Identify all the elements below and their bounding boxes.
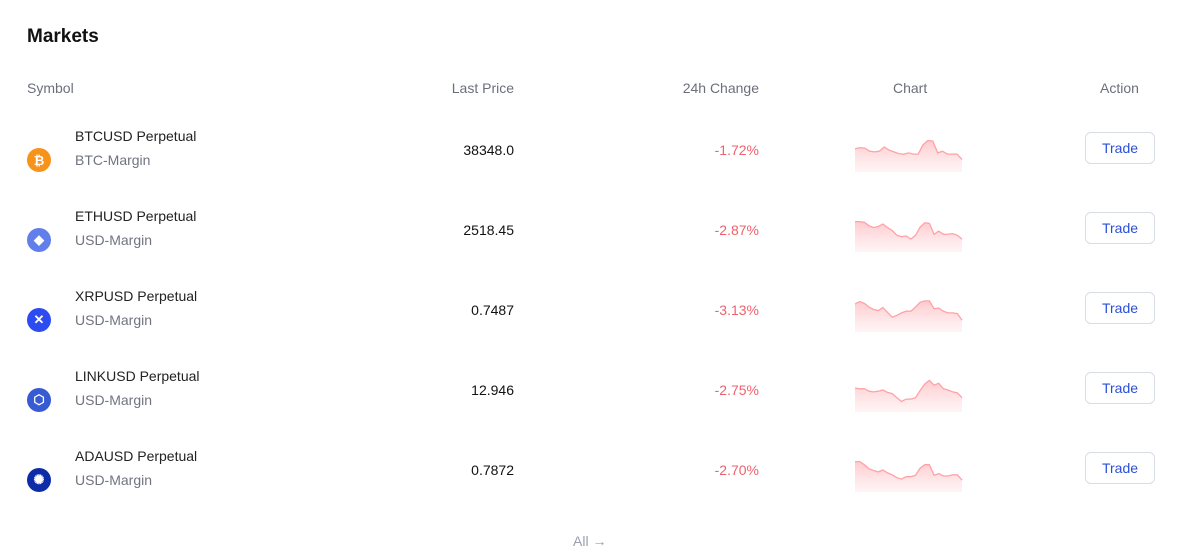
- header-action: Action: [1100, 80, 1139, 96]
- symbol-name: ETHUSD Perpetual: [75, 208, 197, 224]
- margin-type: USD-Margin: [75, 392, 153, 408]
- ethereum-icon: ◆: [27, 228, 51, 252]
- symbol-name: BTCUSD Perpetual: [75, 128, 197, 144]
- last-price: 2518.45: [463, 222, 514, 238]
- table-row[interactable]: ₿ BTCUSD Perpetual BTC-Margin 38348.0 -1…: [0, 120, 1186, 200]
- symbol-name: LINKUSD Perpetual: [75, 368, 200, 384]
- sparkline-chart: [855, 139, 963, 172]
- trade-button[interactable]: Trade: [1085, 452, 1155, 484]
- header-24h-change: 24h Change: [682, 80, 759, 96]
- last-price: 38348.0: [463, 142, 514, 158]
- change-24h: -1.72%: [714, 142, 759, 158]
- margin-type: USD-Margin: [75, 232, 153, 248]
- header-chart: Chart: [893, 80, 928, 96]
- cardano-icon: ✺: [27, 468, 51, 492]
- xrp-icon: ✕: [27, 308, 51, 332]
- margin-type: USD-Margin: [75, 472, 153, 488]
- table-row[interactable]: ⬡ LINKUSD Perpetual USD-Margin 12.946 -2…: [0, 360, 1186, 440]
- last-price: 0.7872: [471, 462, 514, 478]
- last-price: 12.946: [471, 382, 514, 398]
- header-last-price: Last Price: [451, 80, 514, 96]
- last-price: 0.7487: [471, 302, 514, 318]
- sparkline-chart: [855, 220, 963, 252]
- sparkline-chart: [855, 379, 963, 412]
- change-24h: -2.75%: [714, 382, 759, 398]
- trade-button[interactable]: Trade: [1085, 132, 1155, 164]
- sparkline-chart: [855, 460, 963, 492]
- page-title: Markets: [27, 26, 99, 47]
- sparkline-area: [855, 140, 962, 172]
- trade-button[interactable]: Trade: [1085, 292, 1155, 324]
- change-24h: -3.13%: [714, 302, 759, 318]
- sparkline-area: [855, 380, 962, 412]
- table-row[interactable]: ◆ ETHUSD Perpetual USD-Margin 2518.45 -2…: [0, 200, 1186, 280]
- trade-button[interactable]: Trade: [1085, 372, 1155, 404]
- symbol-name: ADAUSD Perpetual: [75, 448, 198, 464]
- bitcoin-icon: ₿: [27, 148, 51, 172]
- table-row[interactable]: ✕ XRPUSD Perpetual USD-Margin 0.7487 -3.…: [0, 280, 1186, 360]
- sparkline-area: [855, 300, 962, 332]
- trade-button[interactable]: Trade: [1085, 212, 1155, 244]
- change-24h: -2.70%: [714, 462, 759, 478]
- sparkline-chart: [855, 300, 963, 332]
- margin-type: USD-Margin: [75, 312, 153, 328]
- header-symbol: Symbol: [27, 80, 74, 96]
- symbol-name: XRPUSD Perpetual: [75, 288, 198, 304]
- change-24h: -2.87%: [714, 222, 759, 238]
- margin-type: BTC-Margin: [75, 152, 151, 168]
- chainlink-icon: ⬡: [27, 388, 51, 412]
- table-row[interactable]: ✺ ADAUSD Perpetual USD-Margin 0.7872 -2.…: [0, 440, 1186, 520]
